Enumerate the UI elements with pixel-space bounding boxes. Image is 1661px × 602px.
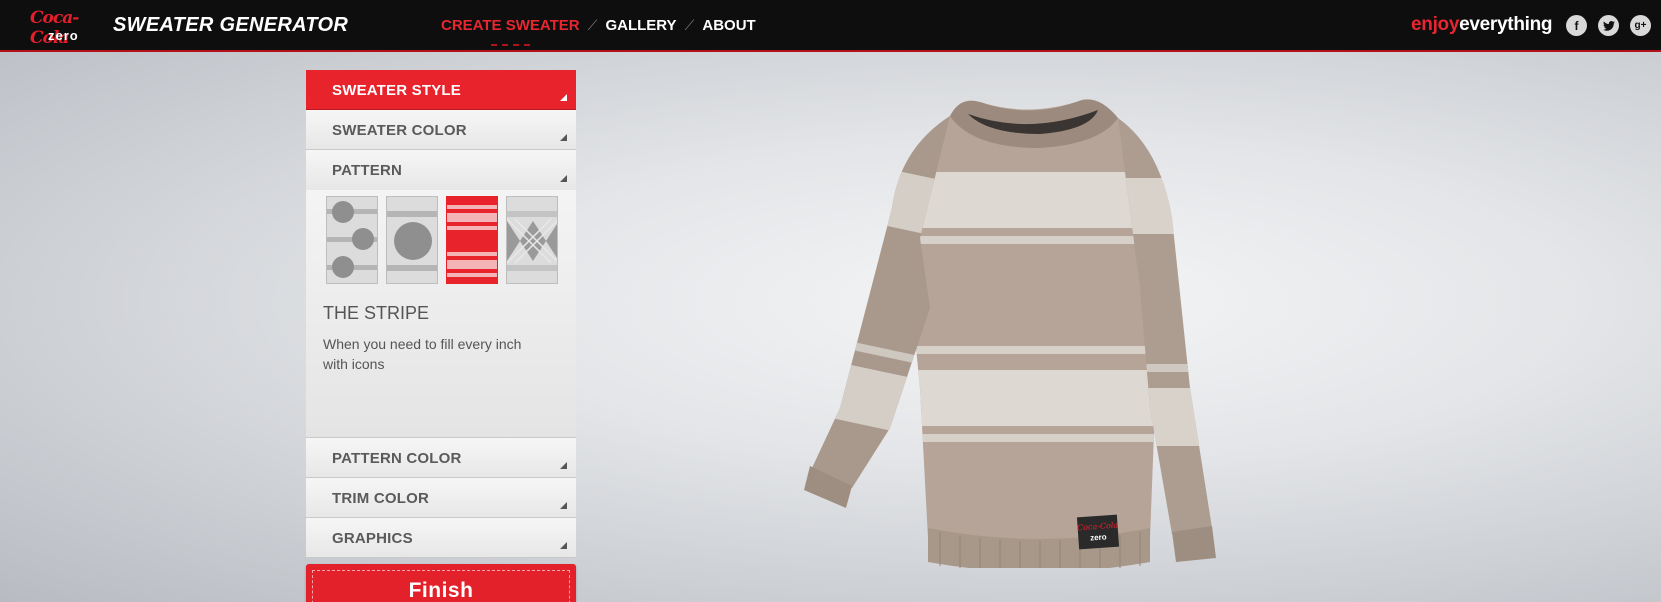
nav-separator: ⟋ — [587, 17, 598, 33]
section-label: PATTERN COLOR — [332, 450, 462, 467]
finish-button-label: Finish — [408, 579, 474, 602]
expand-triangle-icon — [560, 175, 567, 182]
pattern-description: When you need to fill every inch with ic… — [323, 336, 522, 372]
circle-pattern-icon — [387, 197, 437, 283]
section-label: SWEATER COLOR — [332, 122, 467, 139]
sweater-label-sub: zero — [1090, 532, 1107, 542]
twitter-bird-glyph — [1602, 20, 1615, 31]
stripe-pattern-icon — [447, 197, 497, 283]
tagline-enjoy: enjoy — [1411, 14, 1460, 35]
top-navigation-bar: Coca-Cola zero SWEATER GENERATOR CREATE … — [0, 0, 1661, 52]
sweater-preview[interactable]: Coca-Cola zero — [800, 88, 1240, 575]
pattern-swatch-stripe[interactable] — [446, 196, 498, 284]
nav-gallery[interactable]: GALLERY — [605, 17, 676, 34]
logo-zero: zero — [48, 28, 79, 43]
section-sweater-style[interactable]: SWEATER STYLE — [306, 70, 576, 110]
coca-cola-zero-logo[interactable]: Coca-Cola zero — [30, 8, 98, 48]
section-pattern-color[interactable]: PATTERN COLOR — [306, 438, 576, 478]
section-label: PATTERN — [332, 162, 403, 179]
nav-about[interactable]: ABOUT — [702, 17, 755, 34]
dots-pattern-icon — [327, 197, 377, 283]
section-graphics[interactable]: GRAPHICS — [306, 518, 576, 558]
section-pattern[interactable]: PATTERN — [306, 150, 576, 190]
app-title: SWEATER GENERATOR — [113, 14, 349, 36]
section-trim-color[interactable]: TRIM COLOR — [306, 478, 576, 518]
twitter-icon[interactable] — [1598, 15, 1619, 36]
section-label: TRIM COLOR — [332, 490, 429, 507]
nav-separator: ⟋ — [684, 17, 695, 33]
tagline-everything: everything — [1459, 14, 1553, 35]
expand-triangle-icon — [560, 462, 567, 469]
pattern-options-body: THE STRIPE When you need to fill every i… — [306, 190, 576, 438]
section-label: SWEATER STYLE — [332, 82, 461, 99]
facebook-glyph: f — [1574, 18, 1579, 33]
google-plus-glyph: g+ — [1634, 20, 1647, 31]
main-nav: CREATE SWEATER ⟋ GALLERY ⟋ ABOUT — [441, 17, 756, 46]
argyle-pattern-icon — [507, 197, 557, 283]
section-label: GRAPHICS — [332, 530, 413, 547]
finish-button[interactable]: Finish — [306, 564, 576, 602]
pattern-title: THE STRIPE — [323, 303, 430, 323]
expand-triangle-icon — [560, 94, 567, 101]
pattern-swatch-dots[interactable] — [326, 196, 378, 284]
google-plus-icon[interactable]: g+ — [1630, 15, 1651, 36]
expand-triangle-icon — [560, 502, 567, 509]
pattern-swatch-argyle[interactable] — [506, 196, 558, 284]
expand-triangle-icon — [560, 134, 567, 141]
customization-panel: SWEATER STYLE SWEATER COLOR PATTERN THE … — [306, 70, 576, 602]
facebook-icon[interactable]: f — [1566, 15, 1587, 36]
section-sweater-color[interactable]: SWEATER COLOR — [306, 110, 576, 150]
sweater-image: Coca-Cola zero — [804, 99, 1216, 575]
expand-triangle-icon — [560, 542, 567, 549]
nav-create-sweater[interactable]: CREATE SWEATER — [441, 17, 580, 46]
pattern-swatch-circle[interactable] — [386, 196, 438, 284]
enjoy-everything-tagline: enjoyeverything — [1411, 14, 1553, 36]
pattern-swatches — [326, 196, 558, 284]
